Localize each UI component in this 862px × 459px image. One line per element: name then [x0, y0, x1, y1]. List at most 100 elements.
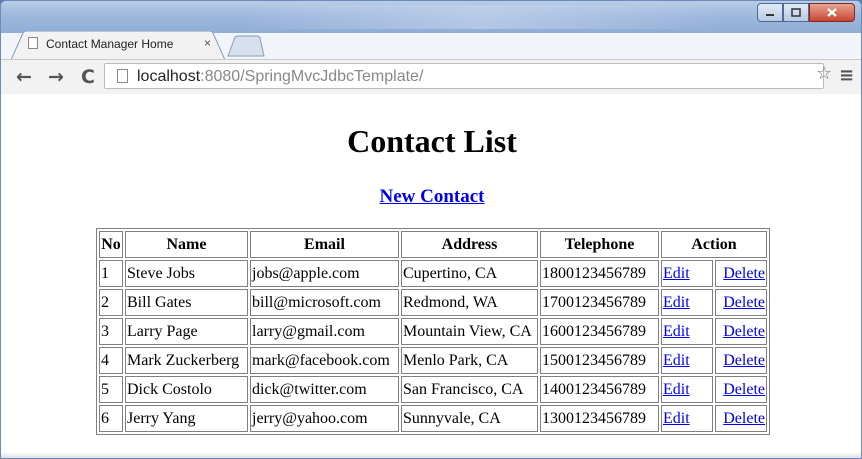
cell-delete: Delete: [715, 376, 767, 403]
cell-no: 1: [99, 260, 123, 287]
reload-icon: C: [81, 66, 95, 88]
cell-name: Bill Gates: [125, 289, 248, 316]
header-action: Action: [661, 231, 767, 258]
minimize-button[interactable]: [757, 3, 783, 22]
edit-link[interactable]: Edit: [663, 381, 690, 398]
cell-name: Jerry Yang: [125, 405, 248, 432]
page-title: Contact List: [347, 123, 517, 159]
minimize-icon: [766, 13, 774, 16]
cell-email: dick@twitter.com: [250, 376, 399, 403]
window-controls: [757, 3, 855, 23]
cell-no: 6: [99, 405, 123, 432]
cell-name: Dick Costolo: [125, 376, 248, 403]
header-email: Email: [250, 231, 399, 258]
tab-page-icon: [28, 37, 38, 49]
tab-close-icon[interactable]: ×: [204, 36, 211, 50]
cell-address: Sunnyvale, CA: [401, 405, 538, 432]
cell-delete: Delete: [715, 289, 767, 316]
forward-arrow-icon: →: [48, 66, 64, 88]
delete-link[interactable]: Delete: [723, 381, 765, 398]
tab-title: Contact Manager Home: [46, 37, 174, 51]
cell-delete: Delete: [715, 318, 767, 345]
cell-telephone: 1700123456789: [540, 289, 659, 316]
cell-email: bill@microsoft.com: [250, 289, 399, 316]
header-address: Address: [401, 231, 538, 258]
page-content: Contact List New Contact No Name Email A…: [1, 94, 861, 458]
cell-delete: Delete: [715, 347, 767, 374]
browser-window: Contact Manager Home × ← → C localhost:8…: [0, 0, 862, 459]
cell-telephone: 1400123456789: [540, 376, 659, 403]
maximize-icon: [791, 8, 801, 17]
table-row: 5 Dick Costolo dick@twitter.com San Fran…: [99, 376, 767, 403]
table-row: 6 Jerry Yang jerry@yahoo.com Sunnyvale, …: [99, 405, 767, 432]
header-name: Name: [125, 231, 248, 258]
delete-link[interactable]: Delete: [723, 323, 765, 340]
cell-edit: Edit: [661, 376, 713, 403]
cell-name: Larry Page: [125, 318, 248, 345]
maximize-button[interactable]: [783, 3, 809, 22]
url-text: localhost:8080/SpringMvcJdbcTemplate/: [137, 68, 423, 86]
address-bar[interactable]: localhost:8080/SpringMvcJdbcTemplate/: [104, 63, 824, 89]
header-no: No: [99, 231, 123, 258]
chrome-menu-icon[interactable]: ≡: [839, 65, 854, 86]
contact-table: No Name Email Address Telephone Action 1…: [96, 228, 770, 435]
back-button[interactable]: ←: [13, 60, 35, 94]
bottom-edge: [1, 452, 861, 458]
new-tab-button[interactable]: [227, 35, 265, 57]
browser-toolbar: ← → C localhost:8080/SpringMvcJdbcTempla…: [1, 59, 861, 95]
cell-delete: Delete: [715, 260, 767, 287]
cell-no: 3: [99, 318, 123, 345]
delete-link[interactable]: Delete: [723, 265, 765, 282]
page-icon: [117, 69, 128, 83]
cell-no: 5: [99, 376, 123, 403]
cell-email: jerry@yahoo.com: [250, 405, 399, 432]
cell-delete: Delete: [715, 405, 767, 432]
cell-name: Steve Jobs: [125, 260, 248, 287]
table-row: 3 Larry Page larry@gmail.com Mountain Vi…: [99, 318, 767, 345]
cell-email: mark@facebook.com: [250, 347, 399, 374]
cell-address: San Francisco, CA: [401, 376, 538, 403]
delete-link[interactable]: Delete: [723, 294, 765, 311]
close-icon: [827, 8, 837, 17]
edit-link[interactable]: Edit: [663, 265, 690, 282]
title-bar[interactable]: [1, 1, 861, 33]
edit-link[interactable]: Edit: [663, 294, 690, 311]
edit-link[interactable]: Edit: [663, 410, 690, 427]
cell-email: jobs@apple.com: [250, 260, 399, 287]
forward-button[interactable]: →: [45, 60, 67, 94]
cell-telephone: 1600123456789: [540, 318, 659, 345]
bookmark-star-icon[interactable]: ☆: [816, 63, 832, 84]
cell-name: Mark Zuckerberg: [125, 347, 248, 374]
cell-telephone: 1800123456789: [540, 260, 659, 287]
cell-edit: Edit: [661, 405, 713, 432]
delete-link[interactable]: Delete: [723, 352, 765, 369]
cell-no: 2: [99, 289, 123, 316]
cell-edit: Edit: [661, 289, 713, 316]
reload-button[interactable]: C: [77, 60, 99, 94]
cell-address: Redmond, WA: [401, 289, 538, 316]
cell-no: 4: [99, 347, 123, 374]
url-path: :8080/SpringMvcJdbcTemplate/: [200, 68, 424, 85]
new-contact-row: New Contact: [1, 186, 861, 208]
close-button[interactable]: [809, 3, 855, 22]
delete-link[interactable]: Delete: [723, 410, 765, 427]
url-host: localhost: [137, 68, 201, 85]
cell-edit: Edit: [661, 318, 713, 345]
table-row: 2 Bill Gates bill@microsoft.com Redmond,…: [99, 289, 767, 316]
cell-address: Menlo Park, CA: [401, 347, 538, 374]
cell-address: Cupertino, CA: [401, 260, 538, 287]
table-row: 1 Steve Jobs jobs@apple.com Cupertino, C…: [99, 260, 767, 287]
table-row: 4 Mark Zuckerberg mark@facebook.com Menl…: [99, 347, 767, 374]
title-bar-blur: [241, 5, 721, 29]
cell-telephone: 1500123456789: [540, 347, 659, 374]
header-telephone: Telephone: [540, 231, 659, 258]
table-header-row: No Name Email Address Telephone Action: [99, 231, 767, 258]
edit-link[interactable]: Edit: [663, 323, 690, 340]
cell-edit: Edit: [661, 347, 713, 374]
edit-link[interactable]: Edit: [663, 352, 690, 369]
cell-address: Mountain View, CA: [401, 318, 538, 345]
new-contact-link[interactable]: New Contact: [379, 186, 484, 207]
cell-email: larry@gmail.com: [250, 318, 399, 345]
cell-telephone: 1300123456789: [540, 405, 659, 432]
cell-edit: Edit: [661, 260, 713, 287]
